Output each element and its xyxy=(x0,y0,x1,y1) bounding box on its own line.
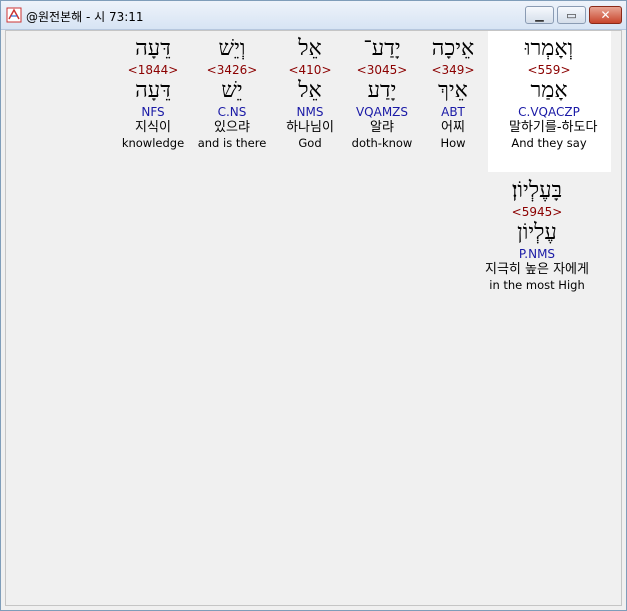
word-block[interactable]: דֵּעָה <1844> דֵּעָה NFS 지식이 knowledge xyxy=(113,35,193,150)
strong-number[interactable]: <559> xyxy=(509,63,589,77)
strong-number[interactable]: <3426> xyxy=(192,63,272,77)
word-block[interactable]: וְאָמְרוּ <559> אָמַר C.VQACZP 말하기를-하도다 … xyxy=(509,35,598,150)
app-logo-icon xyxy=(6,7,22,23)
english-gloss: God xyxy=(298,136,322,150)
interlinear-view: וְאָמְרוּ <559> אָמַר C.VQACZP 말하기를-하도다 … xyxy=(5,30,622,606)
title-bar[interactable]: @원전본해 - 시 73:11 ▁ ▭ ✕ xyxy=(1,1,626,30)
strong-number[interactable]: <1844> xyxy=(113,63,193,77)
korean-gloss: 지식이 xyxy=(135,120,171,135)
korean-gloss: 하나님이 xyxy=(286,120,334,135)
hebrew-lemma: אֵיךְ xyxy=(438,78,468,103)
hebrew-lemma: אֵל xyxy=(298,78,322,103)
word-block[interactable]: יָדַע־ <3045> יָדַע VQAMZS 알랴 doth-know xyxy=(342,35,422,150)
parsing-code: P.NMS xyxy=(518,247,556,261)
parsing-code: C.VQACZP xyxy=(518,105,580,119)
app-window: @원전본해 - 시 73:11 ▁ ▭ ✕ וְאָמְרוּ <559> אָ… xyxy=(0,0,627,611)
english-gloss: knowledge xyxy=(121,136,185,150)
hebrew-word: אֵל xyxy=(298,36,322,61)
hebrew-word: וְיֵשׁ xyxy=(218,36,246,61)
hebrew-lemma: דֵּעָה xyxy=(135,78,171,103)
minimize-button[interactable]: ▁ xyxy=(525,6,554,24)
hebrew-word: וְאָמְרוּ xyxy=(524,36,574,61)
strong-number[interactable]: <5945> xyxy=(472,205,602,219)
maximize-icon: ▭ xyxy=(566,8,577,22)
hebrew-lemma: עֶלְיוֹן xyxy=(517,220,557,245)
word-block[interactable]: אֵיכָה <349> אֵיךְ ABT 어찌 How xyxy=(413,35,493,150)
close-icon: ✕ xyxy=(600,8,611,22)
hebrew-word: דֵּעָה xyxy=(135,36,171,61)
english-gloss: And they say xyxy=(511,136,587,150)
korean-gloss: 지극히 높은 자에게 xyxy=(485,262,589,277)
word-block[interactable]: אֵל <410> אֵל NMS 하나님이 God xyxy=(270,35,350,150)
hebrew-word: בָּעֶלְיוֹן׃ xyxy=(511,178,563,203)
minimize-icon: ▁ xyxy=(535,8,544,22)
strong-number[interactable]: <3045> xyxy=(342,63,422,77)
word-block[interactable]: וְיֵשׁ <3426> יֵשׁ C.NS 있으랴 and is there xyxy=(192,35,272,150)
strong-number[interactable]: <349> xyxy=(413,63,493,77)
maximize-button[interactable]: ▭ xyxy=(557,6,586,24)
parsing-code: VQAMZS xyxy=(355,105,409,119)
english-gloss: How xyxy=(440,136,466,150)
parsing-code: ABT xyxy=(441,105,465,119)
korean-gloss: 말하기를-하도다 xyxy=(509,120,598,135)
window-title: @원전본해 - 시 73:11 xyxy=(26,10,144,24)
korean-gloss: 알랴 xyxy=(370,120,394,135)
word-block[interactable]: בָּעֶלְיוֹן׃ <5945> עֶלְיוֹן P.NMS 지극히 높… xyxy=(472,177,602,292)
hebrew-lemma: אָמַר xyxy=(530,78,568,103)
english-gloss: in the most High xyxy=(489,278,585,292)
hebrew-lemma: יָדַע xyxy=(367,78,397,103)
hebrew-word: אֵיכָה xyxy=(431,36,475,61)
parsing-code: NFS xyxy=(141,105,165,119)
parsing-code: NMS xyxy=(296,105,324,119)
english-gloss: and is there xyxy=(197,136,267,150)
english-gloss: doth-know xyxy=(351,136,413,150)
korean-gloss: 어찌 xyxy=(441,120,465,135)
close-button[interactable]: ✕ xyxy=(589,6,622,24)
korean-gloss: 있으랴 xyxy=(214,120,250,135)
strong-number[interactable]: <410> xyxy=(270,63,350,77)
hebrew-lemma: יֵשׁ xyxy=(221,78,243,103)
parsing-code: C.NS xyxy=(217,105,247,119)
hebrew-word: יָדַע־ xyxy=(363,36,401,61)
